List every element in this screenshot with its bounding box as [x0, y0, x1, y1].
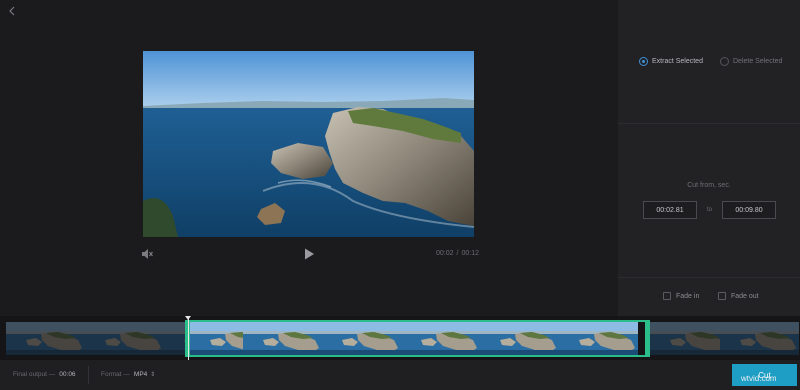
chevron-updown-icon: ⇕ — [150, 372, 156, 378]
checkbox-icon — [718, 292, 726, 300]
mute-icon — [142, 249, 153, 259]
fade-in-label: Fade in — [676, 292, 700, 300]
format-label: Format — — [101, 371, 130, 378]
fade-in-checkbox[interactable]: Fade in — [663, 292, 699, 300]
mode-section: Extract Selected Delete Selected — [618, 0, 800, 124]
play-icon — [305, 248, 314, 260]
time-readout: 00:02/00:12 — [436, 250, 479, 257]
format-value: MP4 — [133, 371, 148, 378]
extract-selected-radio[interactable]: Extract Selected — [639, 57, 703, 66]
radio-icon — [639, 57, 648, 66]
footer-divider — [88, 366, 89, 384]
trim-handle-end[interactable] — [645, 320, 650, 357]
footer-bar: Final output —00:06 Format — MP4 ⇕ Cut — [0, 360, 800, 390]
total-time: 00:12 — [461, 250, 480, 257]
final-output-value: 00:06 — [59, 371, 76, 378]
checkbox-icon — [663, 292, 671, 300]
to-label: to — [707, 207, 713, 213]
back-arrow-icon — [9, 6, 15, 16]
format-select[interactable]: Format — MP4 ⇕ — [101, 371, 155, 378]
mute-button[interactable] — [140, 247, 154, 261]
radio-label: Delete Selected — [733, 58, 783, 65]
cut-section: Cut from, sec. to — [618, 124, 800, 278]
fade-out-checkbox[interactable]: Fade out — [718, 292, 759, 300]
current-time: 00:02 — [436, 250, 454, 257]
editor-main: 00:02/00:12 — [0, 0, 618, 316]
delete-selected-radio[interactable]: Delete Selected — [720, 57, 782, 66]
cut-button[interactable]: Cut — [732, 364, 797, 386]
cut-to-input[interactable] — [722, 201, 776, 219]
playhead[interactable] — [185, 316, 191, 360]
radio-icon — [720, 57, 729, 66]
video-preview[interactable] — [143, 51, 474, 237]
radio-label: Extract Selected — [652, 58, 703, 65]
cut-from-input[interactable] — [643, 201, 697, 219]
play-button[interactable] — [302, 247, 316, 261]
settings-panel: Extract Selected Delete Selected Cut fro… — [618, 0, 800, 316]
timeline[interactable] — [0, 316, 800, 360]
time-separator: / — [456, 250, 459, 257]
final-output: Final output —00:06 — [13, 371, 76, 378]
fade-out-label: Fade out — [731, 292, 759, 300]
timeline-frames — [0, 322, 800, 355]
cut-title: Cut from, sec. — [687, 182, 731, 189]
final-output-label: Final output — — [13, 371, 56, 378]
fade-section: Fade in Fade out — [618, 278, 800, 316]
back-button[interactable] — [6, 4, 20, 18]
